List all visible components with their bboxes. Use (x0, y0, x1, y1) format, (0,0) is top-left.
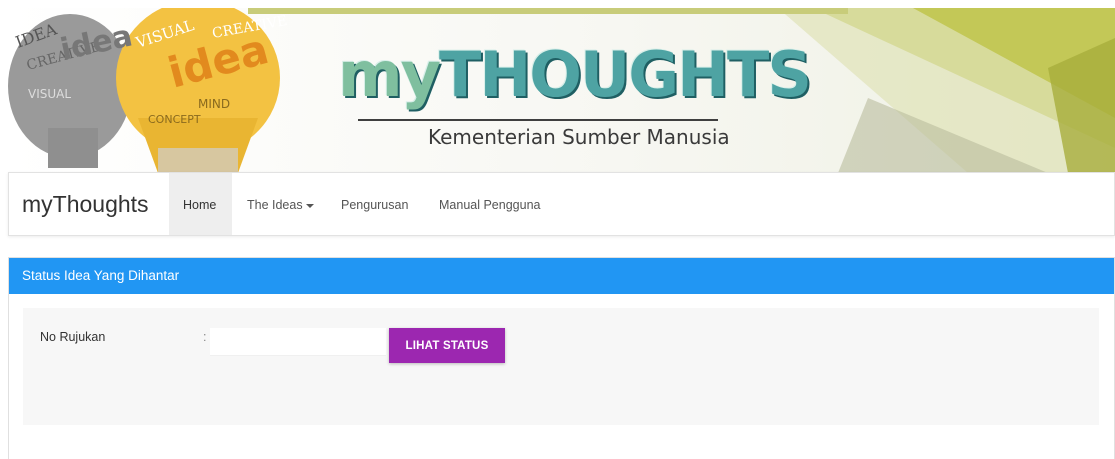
nav-manual-pengguna-label: Manual Pengguna (439, 198, 541, 212)
status-panel: Status Idea Yang Dihantar No Rujukan : L… (8, 257, 1115, 459)
site-logo-title: myTHOUGHTS (338, 38, 812, 111)
nav-the-ideas-label: The Ideas (247, 198, 303, 212)
word-art-text-4: VISUAL (28, 87, 71, 101)
site-logo-subtitle: Kementerian Sumber Manusia (428, 125, 730, 149)
no-rujukan-label: No Rujukan (40, 330, 106, 344)
nav-item-manual-pengguna[interactable]: Manual Pengguna (425, 173, 554, 235)
word-art-text-7: CONCEPT (148, 113, 201, 126)
nav-item-home[interactable]: Home (169, 173, 232, 235)
nav-item-the-ideas[interactable]: The Ideas (233, 173, 328, 235)
caret-down-icon (305, 203, 314, 208)
top-border (0, 0, 1115, 8)
main-navbar: myThoughts Home The Ideas Pengurusan Man… (8, 172, 1115, 236)
status-form: No Rujukan : LIHAT STATUS (23, 308, 1099, 425)
lihat-status-button[interactable]: LIHAT STATUS (389, 328, 505, 363)
label-separator: : (203, 330, 207, 344)
word-art-text-8: MIND (198, 97, 230, 111)
nav-pengurusan-label: Pengurusan (341, 198, 409, 212)
no-rujukan-input[interactable] (210, 328, 386, 356)
header-banner: IDEA CREATIVE idea VISUAL VISUAL idea CO… (8, 8, 1115, 173)
nav-item-pengurusan[interactable]: Pengurusan (327, 173, 422, 235)
nav-home-label: Home (183, 198, 217, 212)
navbar-brand[interactable]: myThoughts (22, 191, 149, 218)
panel-title: Status Idea Yang Dihantar (9, 258, 1114, 294)
logo-divider (358, 119, 718, 121)
